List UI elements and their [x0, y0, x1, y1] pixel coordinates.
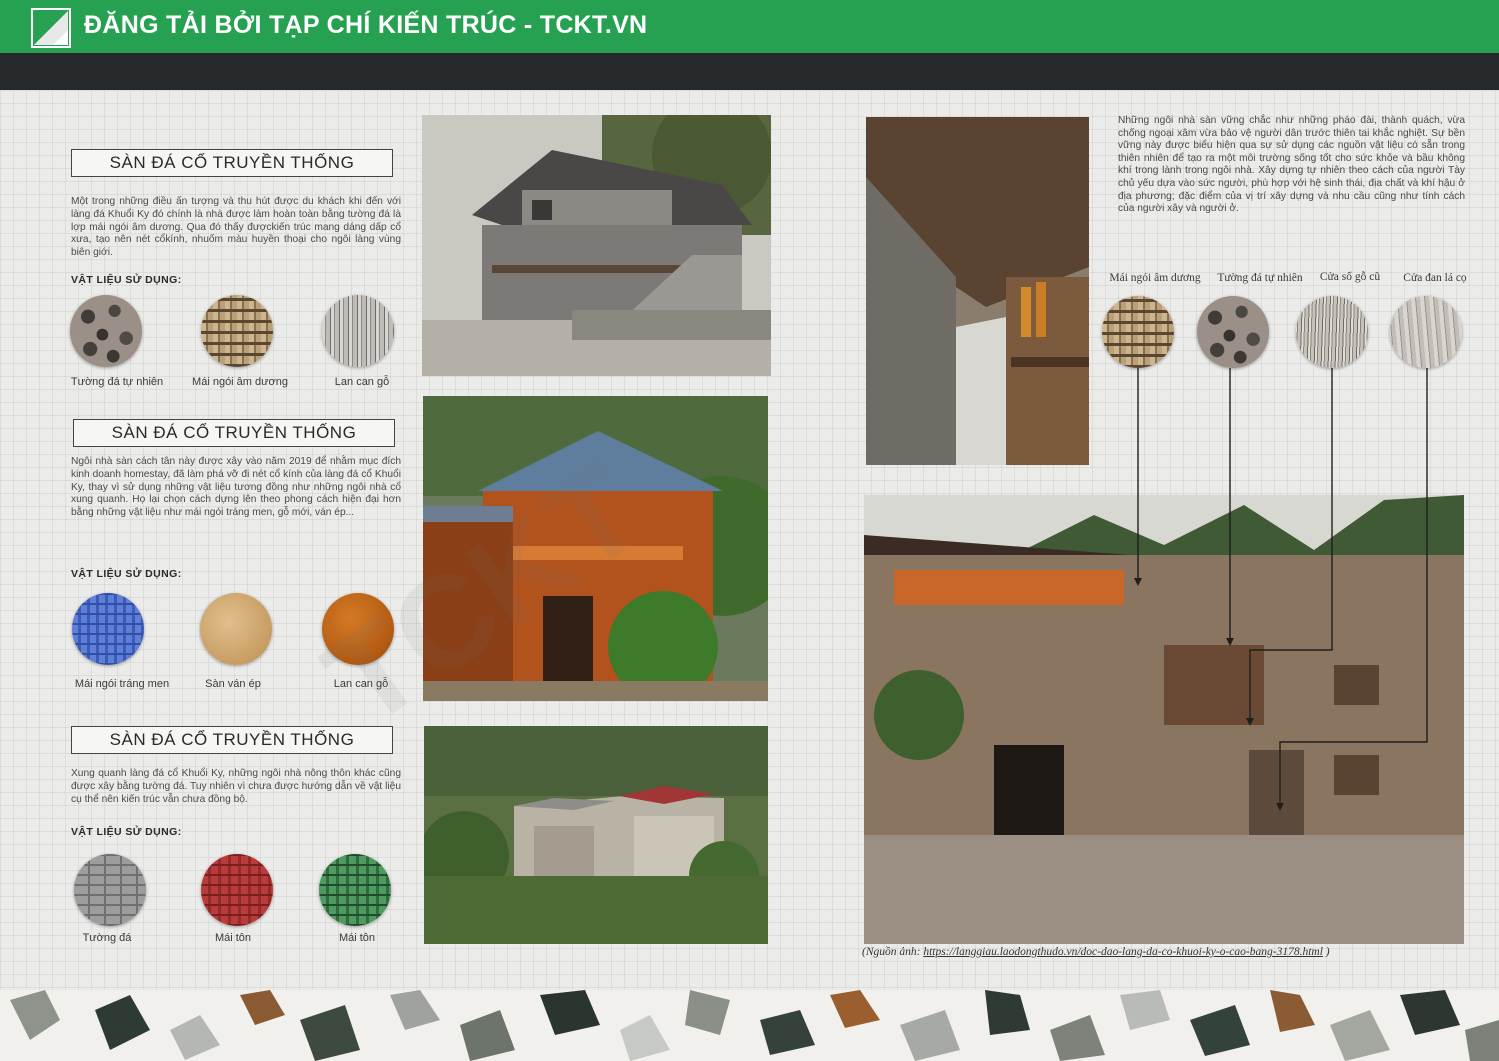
caption-suffix: ) — [1322, 946, 1330, 958]
terrazzo-footer-band — [0, 990, 1499, 1061]
leader-lines — [1134, 368, 1428, 811]
caption-prefix: (Nguồn ảnh: — [862, 946, 924, 958]
caption-source-link[interactable]: https://langgiau.laodongthudo.vn/doc-dao… — [923, 946, 1323, 958]
photo-source-caption: (Nguồn ảnh: https://langgiau.laodongthud… — [862, 946, 1462, 958]
leader-line — [1279, 368, 1428, 805]
leader-line — [1249, 368, 1333, 720]
